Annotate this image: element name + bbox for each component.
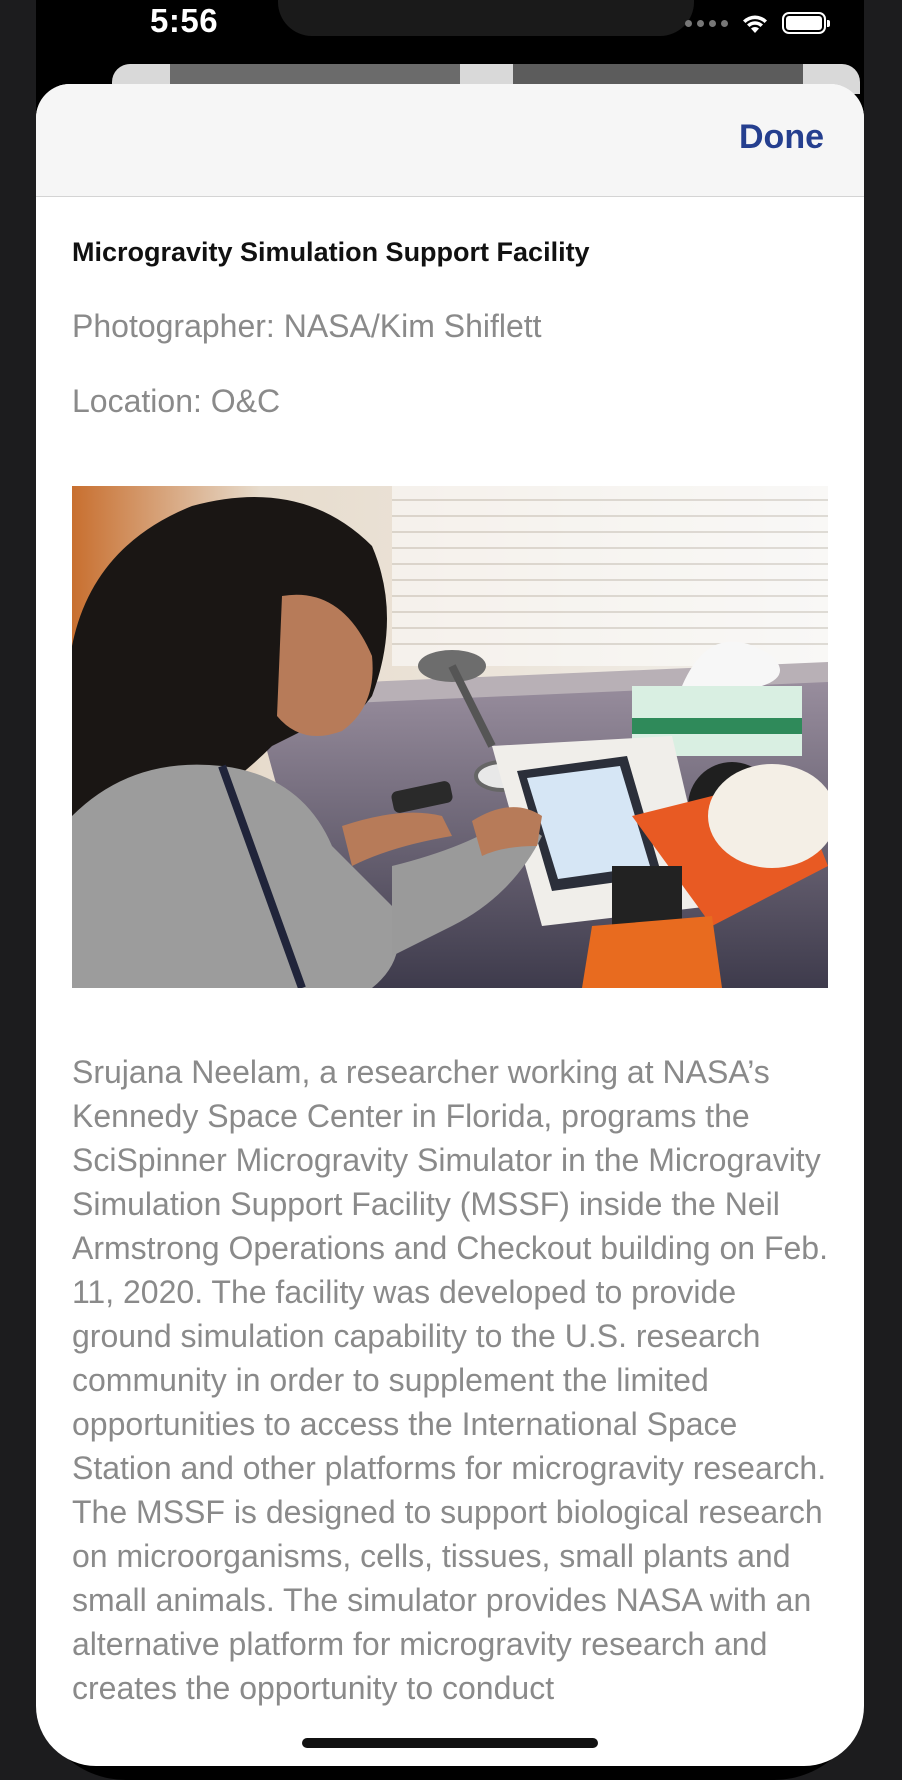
home-indicator[interactable] bbox=[302, 1738, 598, 1748]
researcher-photo-image bbox=[72, 486, 828, 988]
detail-content: Microgravity Simulation Support Facility… bbox=[36, 237, 864, 1710]
status-icons bbox=[685, 6, 830, 40]
image-description: Srujana Neelam, a researcher working at … bbox=[72, 1054, 828, 1706]
location-label: Location: O&C bbox=[72, 383, 281, 419]
wifi-icon bbox=[743, 15, 767, 33]
detail-sheet: Done Microgravity Simulation Support Fac… bbox=[36, 84, 864, 1766]
image-title: Microgravity Simulation Support Facility bbox=[72, 237, 590, 267]
detail-photo bbox=[72, 486, 828, 988]
signal-dots-icon bbox=[685, 19, 728, 27]
photographer-credit: Photographer: NASA/Kim Shiflett bbox=[72, 308, 542, 344]
navigation-bar: Done bbox=[36, 84, 864, 197]
status-time: 5:56 bbox=[150, 2, 219, 39]
done-button[interactable]: Done bbox=[739, 118, 824, 157]
battery-icon bbox=[782, 12, 830, 34]
notch bbox=[278, 0, 694, 36]
